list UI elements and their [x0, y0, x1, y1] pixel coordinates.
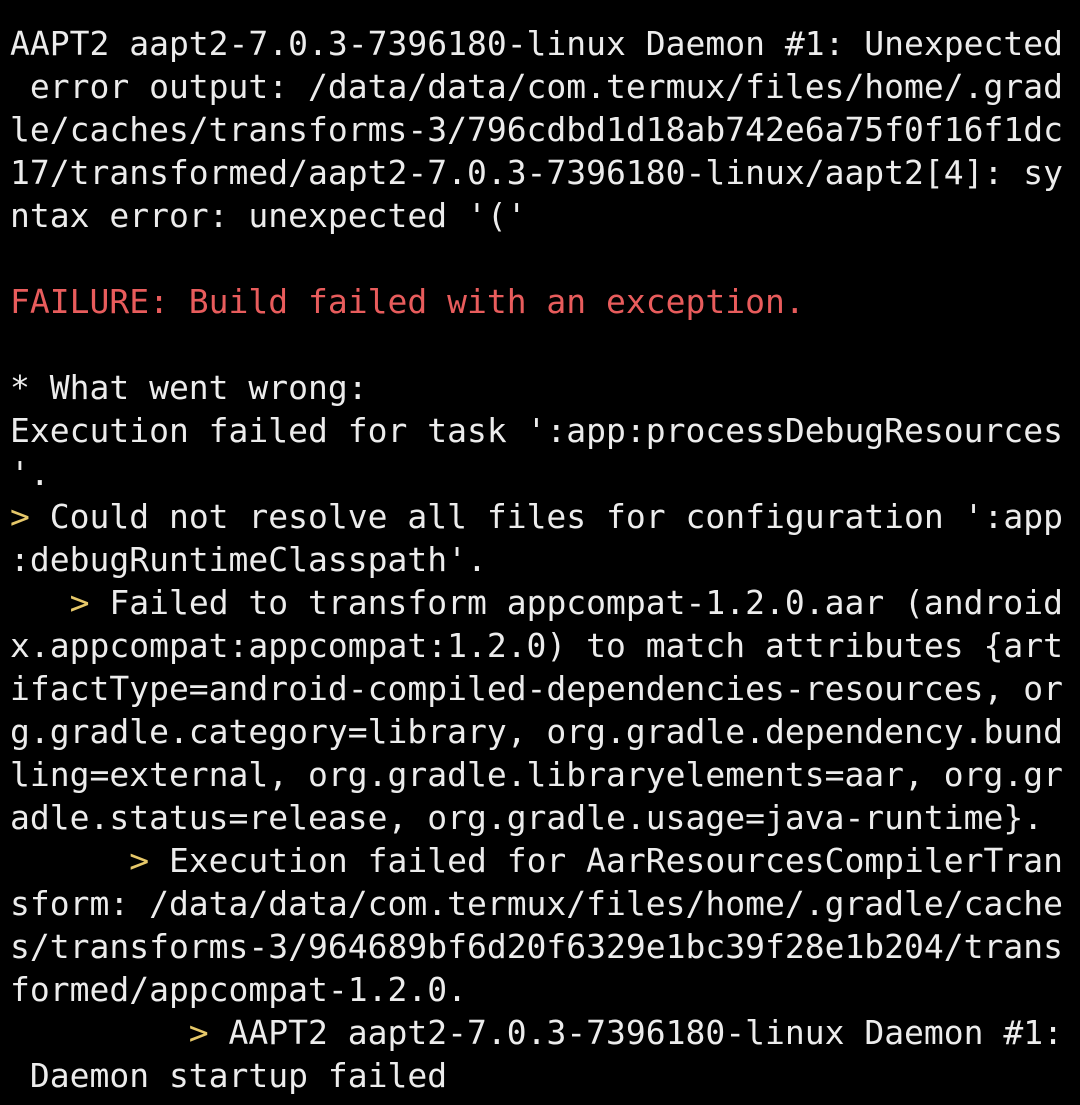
output-line: > Execution failed for AarResourcesCompi…: [10, 841, 1063, 880]
output-line: x.appcompat:appcompat:1.2.0) to match at…: [10, 626, 1063, 665]
output-line: ifactType=android-compiled-dependencies-…: [10, 669, 1063, 708]
cause-arrow-marker: >: [10, 841, 150, 880]
cause-arrow-marker: >: [10, 497, 30, 536]
output-line: adle.status=release, org.gradle.usage=ja…: [10, 798, 1044, 837]
output-line: :debugRuntimeClasspath'.: [10, 540, 487, 579]
output-line: > Failed to transform appcompat-1.2.0.aa…: [10, 583, 1064, 622]
output-line: ntax error: unexpected '(': [10, 196, 527, 235]
output-line: Daemon startup failed: [10, 1056, 448, 1095]
output-line: 17/transformed/aapt2-7.0.3-7396180-linux…: [10, 153, 1063, 192]
cause-arrow-marker: >: [10, 1013, 209, 1052]
failure-message: FAILURE: Build failed with an exception.: [10, 282, 805, 321]
output-line: AAPT2 aapt2-7.0.3-7396180-linux Daemon #…: [10, 24, 1063, 63]
output-line: le/caches/transforms-3/796cdbd1d18ab742e…: [10, 110, 1063, 149]
output-line: '.: [10, 454, 50, 493]
cause-arrow-marker: >: [10, 583, 90, 622]
output-line: > AAPT2 aapt2-7.0.3-7396180-linux Daemon…: [10, 1013, 1063, 1052]
output-line: > Could not resolve all files for config…: [10, 497, 1063, 536]
terminal-output[interactable]: AAPT2 aapt2-7.0.3-7396180-linux Daemon #…: [10, 22, 1074, 1097]
output-line: formed/appcompat-1.2.0.: [10, 970, 467, 1009]
output-line: Execution failed for task ':app:processD…: [10, 411, 1063, 450]
terminal-screen: { "colors": { "background": "#000000", "…: [0, 0, 1080, 1105]
output-line: ling=external, org.gradle.libraryelement…: [10, 755, 1063, 794]
output-line: error output: /data/data/com.termux/file…: [10, 67, 1063, 106]
output-line: g.gradle.category=library, org.gradle.de…: [10, 712, 1063, 751]
output-line: * What went wrong:: [10, 368, 368, 407]
output-line: sform: /data/data/com.termux/files/home/…: [10, 884, 1063, 923]
output-line: s/transforms-3/964689bf6d20f6329e1bc39f2…: [10, 927, 1063, 966]
